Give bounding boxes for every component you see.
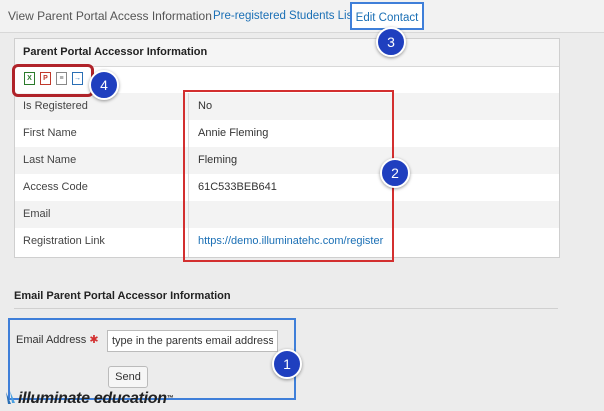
step-badge-2: 2 — [380, 158, 410, 188]
tab-preregistered-students[interactable]: Pre-registered Students List — [213, 0, 356, 32]
logo-mark-icon — [6, 391, 15, 404]
step-badge-3: 3 — [376, 27, 406, 57]
tab-view-parent-portal[interactable]: View Parent Portal Access Information — [8, 0, 212, 32]
divider — [14, 308, 558, 309]
trademark-mark: ™ — [166, 395, 174, 402]
tab-edit-contact[interactable]: Edit Contact — [350, 2, 424, 30]
email-section-title: Email Parent Portal Accessor Information — [14, 290, 231, 302]
row-label: Registration Link — [23, 235, 105, 247]
step-badge-1: 1 — [272, 349, 302, 379]
row-label: Access Code — [23, 181, 88, 193]
row-label: First Name — [23, 127, 77, 139]
tab-bar: View Parent Portal Access Information Pr… — [0, 0, 604, 33]
panel-title: Parent Portal Accessor Information — [15, 39, 559, 67]
logo-wordmark: illuminate education — [18, 390, 167, 407]
row-label: Email — [23, 208, 51, 220]
step-badge-4: 4 — [89, 70, 119, 100]
logo-text: illuminate education™ — [18, 388, 174, 410]
row-label: Is Registered — [23, 100, 88, 112]
row-label: Last Name — [23, 154, 77, 166]
highlight-values-box — [183, 90, 394, 262]
highlight-export-icons-box — [12, 64, 94, 97]
